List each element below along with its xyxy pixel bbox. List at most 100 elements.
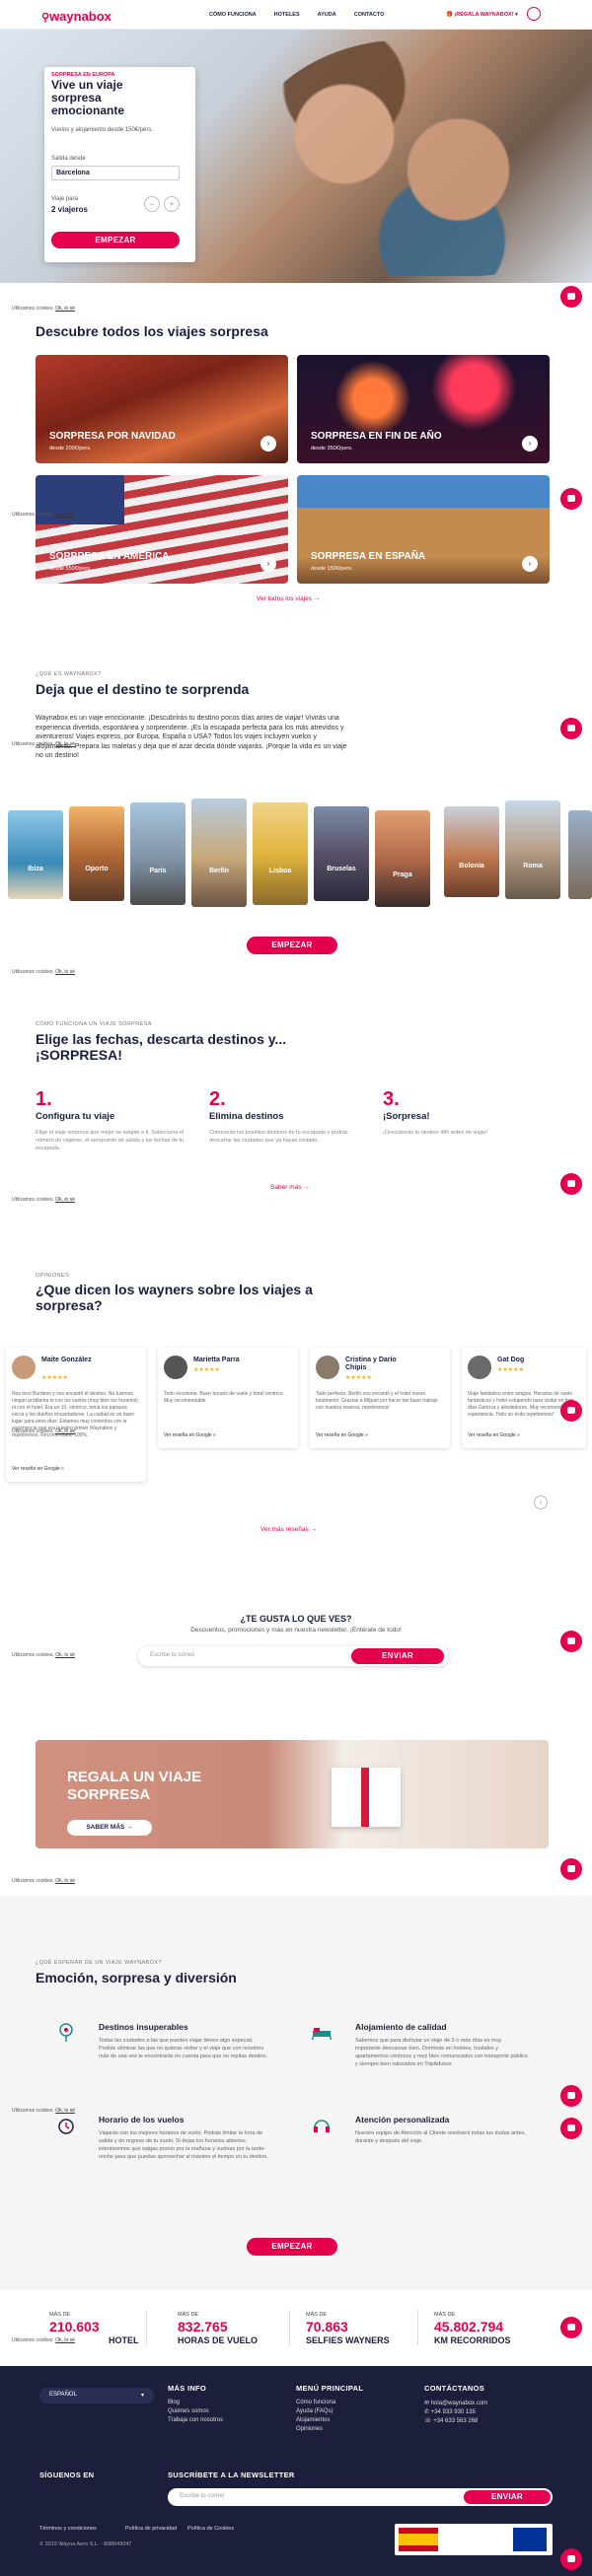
footer-link-blog[interactable]: Blog [168, 2400, 180, 2405]
cookie-ok-link[interactable]: Ok, lo sé [55, 1197, 75, 1203]
travelers-plus-button[interactable]: + [164, 196, 180, 212]
review-card: Marietta Parra ★★★★★ Todo excelente. Bue… [158, 1348, 298, 1448]
hero-start-button[interactable]: EMPEZAR [51, 232, 180, 248]
chat-bubble-icon[interactable] [560, 718, 582, 739]
city-label: Oporto [85, 866, 109, 873]
cookie-ok-link[interactable]: Ok, lo sé [55, 2108, 75, 2114]
logo[interactable]: ⚲waynabox [41, 9, 111, 24]
trip-card-navidad[interactable]: SORPRESA POR NAVIDAD desde 200€/pers. › [36, 355, 288, 463]
footer-link-quienes[interactable]: Quiénes somos [168, 2408, 209, 2414]
how-more-link[interactable]: Saber más → [270, 1184, 310, 1191]
cookie-ok-link[interactable]: Ok, lo sé [55, 1878, 75, 1884]
arrow-right-icon[interactable]: › [522, 556, 538, 572]
footer-link-trabaja[interactable]: Trabaja con nosotros [168, 2417, 223, 2423]
footer-link-ayuda[interactable]: Ayuda (FAQs) [296, 2408, 333, 2414]
footer-link-alojamientos[interactable]: Alojamientos [296, 2417, 330, 2423]
footer-newsletter-input[interactable]: Escribe tu correo [180, 2493, 224, 2499]
cookie-ok-link[interactable]: Ok, lo sé [55, 306, 75, 312]
chat-bubble-icon[interactable] [560, 1858, 582, 1880]
city-label: París [149, 867, 167, 874]
chevron-down-icon: ▾ [515, 12, 518, 18]
trip-card-fin-de-ano[interactable]: SORPRESA EN FIN DE AÑO desde 350€/pers. … [297, 355, 550, 463]
language-select[interactable]: ESPAÑOL ▾ [39, 2388, 154, 2403]
chat-bubble-icon[interactable] [560, 2085, 582, 2107]
nav-ayuda[interactable]: AYUDA [318, 12, 336, 18]
gift-more-button[interactable]: SABER MÁS → [67, 1820, 152, 1836]
feature-title-destinos: Destinos insuperables [99, 2022, 188, 2032]
cookie-notice-1: Utilizamos cookies. Ok, lo sé [12, 306, 75, 312]
footer-email[interactable]: ✉ hola@waynabox.com [424, 2400, 487, 2406]
hero-photo-people [247, 39, 572, 276]
footer-phone[interactable]: ✆ +34 933 930 135 [424, 2408, 476, 2415]
cookie-text: Utilizamos cookies. [12, 1428, 54, 1434]
city-card-partial [568, 810, 592, 899]
cookie-ok-link[interactable]: Ok, lo sé [55, 741, 75, 747]
bed-icon [312, 2028, 332, 2040]
google-review-link[interactable]: Ver reseña en Google » [164, 1432, 216, 1438]
star-rating: ★★★★★ [345, 1375, 372, 1381]
newsletter-email-input[interactable]: Escribe tu correo [150, 1652, 194, 1658]
chat-bubble-icon[interactable] [560, 2118, 582, 2139]
stat-suffix: HOTEL [109, 2335, 139, 2345]
trip-card-america[interactable]: SORPRESA EN AMÉRICA desde 550€/pers. › [36, 475, 288, 584]
about-start-button[interactable]: EMPEZAR [247, 937, 337, 954]
trip-price: desde 200€/pers. [49, 446, 92, 452]
travelers-minus-button[interactable]: − [144, 196, 160, 212]
cookie-notice-3: Utilizamos cookies. Ok, lo sé [12, 741, 75, 747]
reviewer-name: Maite González [41, 1357, 92, 1363]
footer-more-title: MÁS INFO [168, 2384, 207, 2393]
chat-bubble-icon[interactable] [560, 1631, 582, 1652]
footer-follow-title: SÍGUENOS EN [39, 2471, 95, 2479]
footer-legal-cookies[interactable]: Política de Cookies [187, 2526, 234, 2532]
mail-icon: ✉ [424, 2401, 430, 2406]
city-card-bolonia: Bolonia [444, 806, 499, 897]
google-review-link[interactable]: Ver reseña en Google » [12, 1466, 64, 1472]
newsletter-submit-button[interactable]: ENVIAR [351, 1648, 444, 1664]
chat-bubble-icon[interactable] [560, 286, 582, 308]
chat-bubble-icon[interactable] [560, 1400, 582, 1422]
trip-price: desde 150€/pers. [311, 566, 353, 572]
trip-card-espana[interactable]: SORPRESA EN ESPAÑA desde 150€/pers. › [297, 475, 550, 584]
gift-label: ¡REGALA WAYNABOX! [454, 12, 514, 18]
cookie-ok-link[interactable]: Ok, lo sé [55, 1652, 75, 1658]
step-2-title: Elimina destinos [209, 1111, 284, 1122]
chat-bubble-icon[interactable] [560, 2548, 582, 2570]
origin-select[interactable]: Barcelona [51, 166, 180, 180]
footer-link-opiniones[interactable]: Opiniones [296, 2426, 323, 2432]
spain-flag-logo [399, 2528, 438, 2551]
footer-whatsapp[interactable]: ☏ +34 633 563 268 [424, 2417, 478, 2424]
reviews-eyebrow: OPINIONES [36, 1273, 70, 1279]
user-account-icon[interactable] [527, 7, 541, 21]
city-card-roma: Roma [505, 801, 560, 899]
nav-contacto[interactable]: CONTACTO [354, 12, 385, 18]
hero-subtitle: Vuelos y alojamiento desde 150€/pers. [51, 127, 154, 133]
google-review-link[interactable]: Ver reseña en Google » [468, 1432, 520, 1438]
chat-bubble-icon[interactable] [560, 488, 582, 510]
see-more-reviews-link[interactable]: Ver más reseñas → [260, 1526, 317, 1533]
chat-bubble-icon[interactable] [560, 1173, 582, 1195]
reviews-title: ¿Que dicen los wayners sobre los viajes … [36, 1282, 313, 1313]
cookie-notice-4: Utilizamos cookies. Ok, lo sé [12, 969, 75, 975]
newsletter-title: ¿TE GUSTA LO QUE VES? [240, 1614, 352, 1624]
footer-legal-terms[interactable]: Términos y condiciones [39, 2526, 97, 2532]
google-review-link[interactable]: Ver reseña en Google » [316, 1432, 368, 1438]
cookie-ok-link[interactable]: Ok, lo sé [55, 1428, 75, 1434]
see-all-trips-link[interactable]: Ver todos los viajes → [257, 595, 320, 602]
cookie-ok-link[interactable]: Ok, lo sé [55, 969, 75, 975]
cookie-ok-link[interactable]: Ok, lo sé [55, 512, 75, 518]
gift-menu[interactable]: 🎁 ¡REGALA WAYNABOX! ▾ [446, 12, 518, 18]
cookie-notice-2: Utilizamos cookies. Ok, lo sé [12, 512, 75, 518]
footer-newsletter-button[interactable]: ENVIAR [464, 2490, 551, 2504]
arrow-right-icon[interactable]: › [260, 436, 276, 452]
nav-hoteles[interactable]: HOTELES [274, 12, 300, 18]
features-start-button[interactable]: EMPEZAR [247, 2238, 337, 2256]
chat-bubble-icon[interactable] [560, 2317, 582, 2338]
star-rating: ★★★★★ [41, 1375, 68, 1381]
reviews-next-button[interactable]: › [534, 1496, 548, 1509]
footer-link-como[interactable]: Cómo funciona [296, 2400, 335, 2405]
arrow-right-icon[interactable]: › [522, 436, 538, 452]
nav-como-funciona[interactable]: CÓMO FUNCIONA [209, 12, 257, 18]
footer-legal-privacy[interactable]: Política de privacidad [125, 2526, 177, 2532]
cookie-ok-link[interactable]: Ok, lo sé [55, 2337, 75, 2343]
arrow-right-icon[interactable]: › [260, 556, 276, 572]
